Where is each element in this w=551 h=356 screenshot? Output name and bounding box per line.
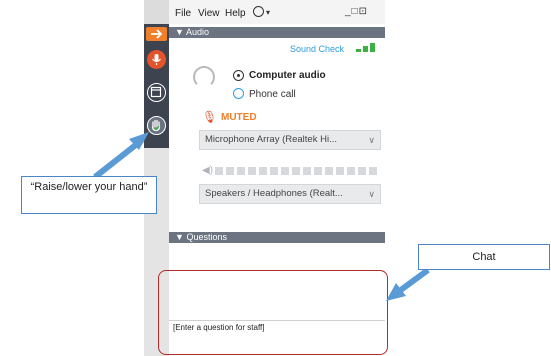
raise-hand-callout: “Raise/lower your hand”: [21, 176, 157, 214]
chat-callout: Chat: [418, 244, 550, 270]
raise-hand-arrow: [93, 137, 144, 180]
chat-arrow: [396, 267, 430, 295]
